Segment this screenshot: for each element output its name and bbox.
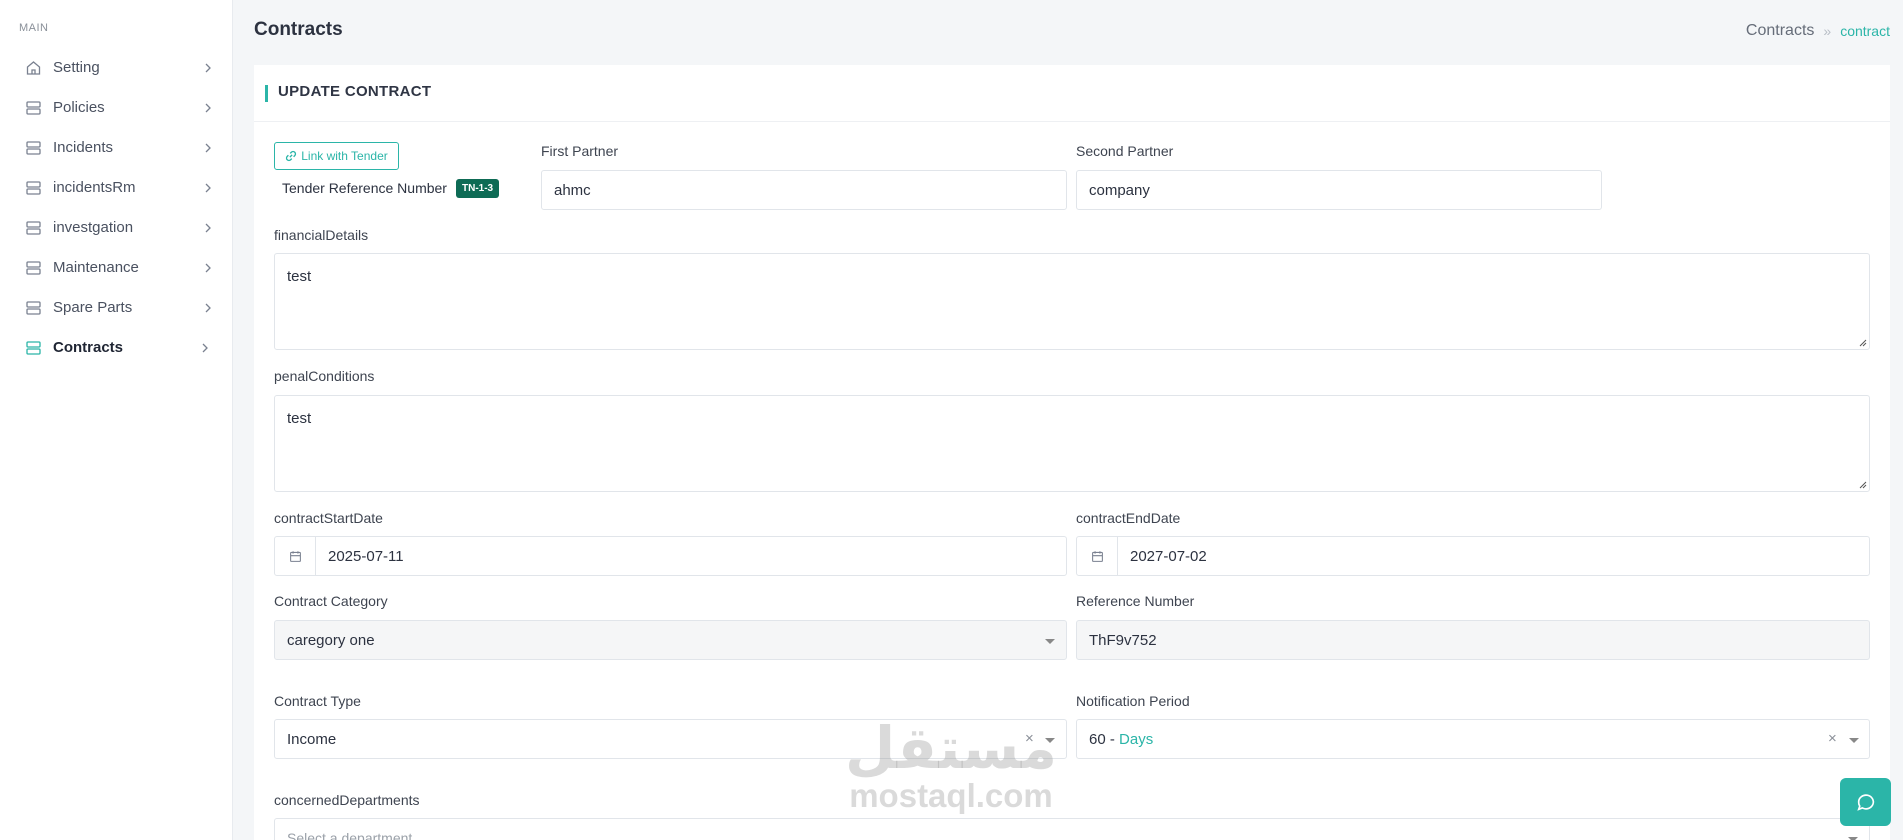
- financial-details-textarea[interactable]: test: [274, 253, 1870, 350]
- server-icon: [26, 141, 41, 155]
- clear-icon[interactable]: ×: [1025, 730, 1034, 747]
- tender-reference-badge: TN-1-3: [456, 179, 500, 198]
- server-icon: [26, 221, 41, 235]
- chevron-right-icon: [205, 143, 211, 153]
- chat-button[interactable]: [1840, 778, 1891, 826]
- concerned-departments-select[interactable]: Select a department: [274, 818, 1870, 840]
- breadcrumb-current: contract: [1840, 23, 1890, 39]
- sidebar-item-incidentsrm[interactable]: incidentsRm: [0, 168, 233, 208]
- second-partner-input[interactable]: company: [1076, 170, 1602, 210]
- first-partner-label: First Partner: [541, 143, 619, 159]
- sidebar-item-contracts[interactable]: Contracts: [0, 328, 233, 368]
- notification-period-unit: Days: [1119, 731, 1154, 748]
- notification-period-select[interactable]: 60 - Days ×: [1076, 719, 1870, 759]
- server-icon: [26, 181, 41, 195]
- chevron-down-icon: [1849, 738, 1859, 743]
- sidebar-item-policies[interactable]: Policies: [0, 88, 233, 128]
- contract-type-select[interactable]: Income ×: [274, 719, 1067, 759]
- notification-period-value: 60 - Days: [1089, 731, 1154, 748]
- first-partner-input[interactable]: ahmc: [541, 170, 1067, 210]
- reference-number-label: Reference Number: [1076, 593, 1195, 609]
- sidebar: MAIN Setting Policies Incidents incident…: [0, 0, 233, 840]
- chevron-down-icon: [1045, 738, 1055, 743]
- chevron-right-icon: [205, 303, 211, 313]
- server-icon: [26, 261, 41, 275]
- card-header-accent-bar: [265, 85, 268, 102]
- chevron-right-icon: [205, 103, 211, 113]
- contract-start-date-label: contractStartDate: [274, 510, 383, 526]
- home-icon: [26, 61, 41, 75]
- financial-details-value: test: [287, 268, 312, 285]
- penal-conditions-label: penalConditions: [274, 368, 375, 384]
- chevron-right-icon: [205, 223, 211, 233]
- contract-type-value: Income: [287, 731, 337, 748]
- concerned-departments-placeholder: Select a department: [287, 830, 413, 840]
- second-partner-label: Second Partner: [1076, 143, 1174, 159]
- sidebar-item-label: incidentsRm: [53, 179, 136, 196]
- financial-details-label: financialDetails: [274, 227, 369, 243]
- contract-end-date-input[interactable]: 2027-07-02: [1076, 536, 1870, 576]
- chevron-right-icon: [205, 263, 211, 273]
- sidebar-section-label: MAIN: [19, 22, 49, 34]
- link-with-tender-button[interactable]: Link with Tender: [274, 142, 399, 170]
- chat-bubble-icon: [1856, 794, 1874, 811]
- contract-type-label: Contract Type: [274, 693, 361, 709]
- contract-category-select[interactable]: caregory one: [274, 620, 1067, 660]
- notification-period-label: Notification Period: [1076, 693, 1190, 709]
- sidebar-item-label: Setting: [53, 59, 100, 76]
- penal-conditions-value: test: [287, 410, 312, 427]
- sidebar-item-spare-parts[interactable]: Spare Parts: [0, 288, 233, 328]
- contract-end-date-value: 2027-07-02: [1130, 548, 1207, 565]
- chevron-right-icon: [205, 63, 211, 73]
- card-title: UPDATE CONTRACT: [278, 83, 432, 100]
- breadcrumb: Contracts » contract: [1746, 22, 1890, 40]
- contract-category-value: caregory one: [287, 632, 375, 649]
- sidebar-item-setting[interactable]: Setting: [0, 48, 233, 88]
- sidebar-item-label: Incidents: [53, 139, 114, 156]
- sidebar-item-incidents[interactable]: Incidents: [0, 128, 233, 168]
- calendar-icon[interactable]: [275, 537, 316, 575]
- sidebar-item-label: investgation: [53, 219, 134, 236]
- link-icon: [286, 150, 297, 162]
- contract-end-date-label: contractEndDate: [1076, 510, 1181, 526]
- clear-icon[interactable]: ×: [1828, 730, 1837, 747]
- link-with-tender-label: Link with Tender: [301, 149, 388, 163]
- sidebar-item-investgation[interactable]: investgation: [0, 208, 233, 248]
- card-header: UPDATE CONTRACT: [254, 65, 1890, 122]
- concerned-departments-label: concernedDepartments: [274, 792, 420, 808]
- sidebar-item-label: Maintenance: [53, 259, 139, 276]
- contract-category-label: Contract Category: [274, 593, 388, 609]
- contract-start-date-input[interactable]: 2025-07-11: [274, 536, 1067, 576]
- server-icon: [26, 301, 41, 315]
- tender-reference-label: Tender Reference Number: [282, 180, 447, 196]
- chevron-down-icon: [1045, 639, 1055, 644]
- breadcrumb-parent-link[interactable]: Contracts: [1746, 22, 1814, 40]
- chevron-right-icon: [205, 183, 211, 193]
- sidebar-item-label: Spare Parts: [53, 299, 133, 316]
- chevron-right-icon: [202, 343, 208, 353]
- sidebar-item-maintenance[interactable]: Maintenance: [0, 248, 233, 288]
- breadcrumb-separator: »: [1823, 23, 1832, 39]
- sidebar-item-label: Contracts: [53, 339, 124, 356]
- sidebar-item-label: Policies: [53, 99, 105, 116]
- resize-grip-icon[interactable]: [1857, 337, 1867, 347]
- contract-start-date-value: 2025-07-11: [328, 548, 404, 565]
- server-icon: [26, 341, 41, 355]
- reference-number-input: ThF9v752: [1076, 620, 1870, 660]
- penal-conditions-textarea[interactable]: test: [274, 395, 1870, 492]
- server-icon: [26, 101, 41, 115]
- calendar-icon[interactable]: [1077, 537, 1118, 575]
- page-title: Contracts: [254, 19, 343, 40]
- resize-grip-icon[interactable]: [1857, 479, 1867, 489]
